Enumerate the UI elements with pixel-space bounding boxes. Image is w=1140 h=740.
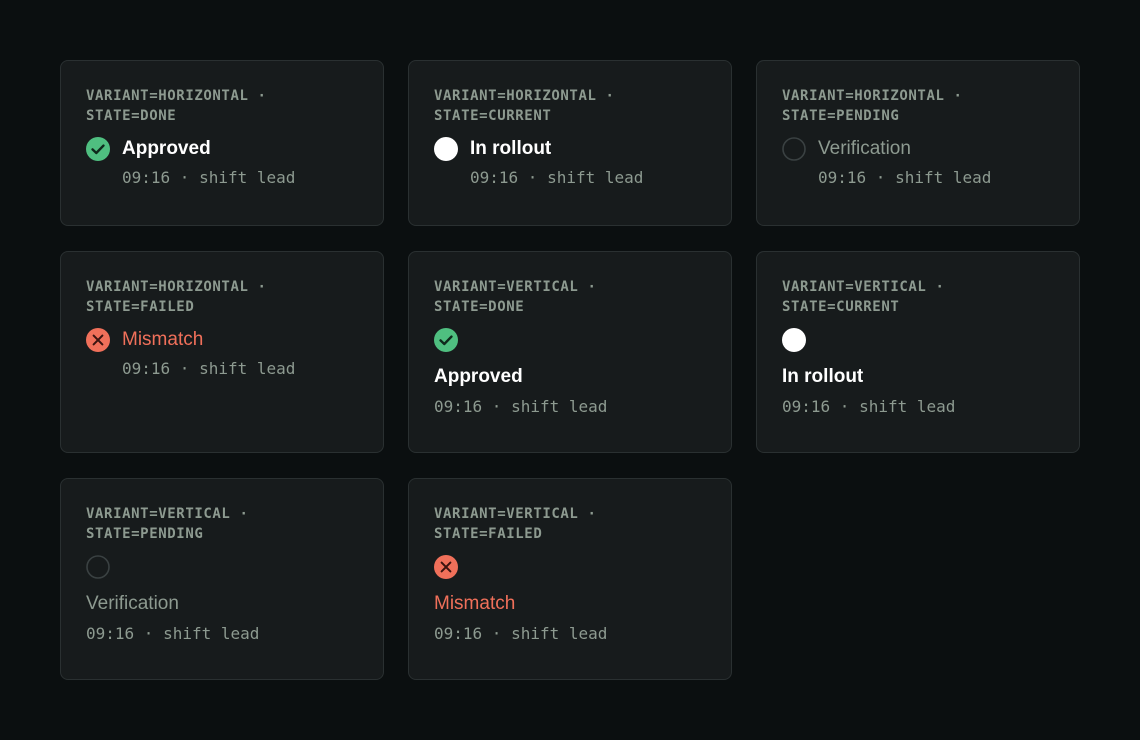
- empty-circle-icon: [782, 137, 806, 161]
- step-item: Approved 09:16 · shift lead: [434, 328, 706, 417]
- variant-caption: VARIANT=HORIZONTAL · STATE=PENDING: [782, 87, 1054, 126]
- step-meta: 09:16 · shift lead: [86, 624, 260, 643]
- step-meta: 09:16 · shift lead: [470, 168, 644, 187]
- step-label: In rollout: [782, 366, 864, 387]
- step-item: Verification 09:16 · shift lead: [86, 555, 358, 644]
- caption-line-1: VARIANT=HORIZONTAL ·: [86, 279, 267, 295]
- check-circle-icon: [434, 328, 458, 352]
- variant-caption: VARIANT=VERTICAL · STATE=CURRENT: [782, 278, 1054, 317]
- step-label: Verification: [86, 593, 179, 614]
- card-vertical-pending: VARIANT=VERTICAL · STATE=PENDING Verific…: [60, 478, 384, 680]
- step-label: Verification: [818, 138, 911, 159]
- caption-line-1: VARIANT=HORIZONTAL ·: [434, 88, 615, 104]
- caption-line-1: VARIANT=HORIZONTAL ·: [782, 88, 963, 104]
- variant-caption: VARIANT=VERTICAL · STATE=DONE: [434, 278, 706, 317]
- step-label: Mismatch: [122, 329, 204, 350]
- step-item: In rollout 09:16 · shift lead: [434, 137, 706, 188]
- caption-line-2: STATE=FAILED: [434, 525, 543, 542]
- variant-caption: VARIANT=VERTICAL · STATE=PENDING: [86, 505, 358, 544]
- filled-circle-icon: [782, 328, 806, 352]
- step-item: Mismatch 09:16 · shift lead: [434, 555, 706, 644]
- step-label: Mismatch: [434, 593, 516, 614]
- caption-line-2: STATE=DONE: [86, 107, 177, 124]
- caption-line-2: STATE=PENDING: [86, 525, 204, 542]
- step-item: Approved 09:16 · shift lead: [86, 137, 358, 188]
- filled-circle-icon: [434, 137, 458, 161]
- card-vertical-current: VARIANT=VERTICAL · STATE=CURRENT In roll…: [756, 251, 1080, 453]
- x-circle-icon: [86, 328, 110, 352]
- caption-line-2: STATE=FAILED: [86, 298, 195, 315]
- check-circle-icon: [86, 137, 110, 161]
- step-meta: 09:16 · shift lead: [782, 397, 956, 416]
- card-horizontal-pending: VARIANT=HORIZONTAL · STATE=PENDING Verif…: [756, 60, 1080, 226]
- variant-caption: VARIANT=HORIZONTAL · STATE=FAILED: [86, 278, 358, 317]
- caption-line-1: VARIANT=VERTICAL ·: [434, 279, 597, 295]
- caption-line-1: VARIANT=VERTICAL ·: [782, 279, 945, 295]
- x-circle-icon: [434, 555, 458, 579]
- empty-circle-icon: [86, 555, 110, 579]
- variant-caption: VARIANT=HORIZONTAL · STATE=CURRENT: [434, 87, 706, 126]
- card-horizontal-failed: VARIANT=HORIZONTAL · STATE=FAILED Mismat…: [60, 251, 384, 453]
- step-label: Approved: [434, 366, 523, 387]
- caption-line-2: STATE=CURRENT: [782, 298, 900, 315]
- step-item: In rollout 09:16 · shift lead: [782, 328, 1054, 417]
- step-item: Verification 09:16 · shift lead: [782, 137, 1054, 188]
- step-meta: 09:16 · shift lead: [122, 168, 296, 187]
- caption-line-2: STATE=CURRENT: [434, 107, 552, 124]
- variant-caption: VARIANT=HORIZONTAL · STATE=DONE: [86, 87, 358, 126]
- caption-line-1: VARIANT=HORIZONTAL ·: [86, 88, 267, 104]
- step-label: In rollout: [470, 138, 552, 159]
- caption-line-1: VARIANT=VERTICAL ·: [434, 506, 597, 522]
- card-horizontal-current: VARIANT=HORIZONTAL · STATE=CURRENT In ro…: [408, 60, 732, 226]
- card-vertical-failed: VARIANT=VERTICAL · STATE=FAILED Mismatch…: [408, 478, 732, 680]
- step-meta: 09:16 · shift lead: [818, 168, 992, 187]
- step-item: Mismatch 09:16 · shift lead: [86, 328, 358, 379]
- variant-caption: VARIANT=VERTICAL · STATE=FAILED: [434, 505, 706, 544]
- step-meta: 09:16 · shift lead: [122, 359, 296, 378]
- step-label: Approved: [122, 138, 211, 159]
- step-meta: 09:16 · shift lead: [434, 397, 608, 416]
- step-variants-grid: VARIANT=HORIZONTAL · STATE=DONE Approved…: [60, 60, 1080, 680]
- card-horizontal-done: VARIANT=HORIZONTAL · STATE=DONE Approved…: [60, 60, 384, 226]
- step-meta: 09:16 · shift lead: [434, 624, 608, 643]
- caption-line-2: STATE=PENDING: [782, 107, 900, 124]
- caption-line-1: VARIANT=VERTICAL ·: [86, 506, 249, 522]
- caption-line-2: STATE=DONE: [434, 298, 525, 315]
- card-vertical-done: VARIANT=VERTICAL · STATE=DONE Approved 0…: [408, 251, 732, 453]
